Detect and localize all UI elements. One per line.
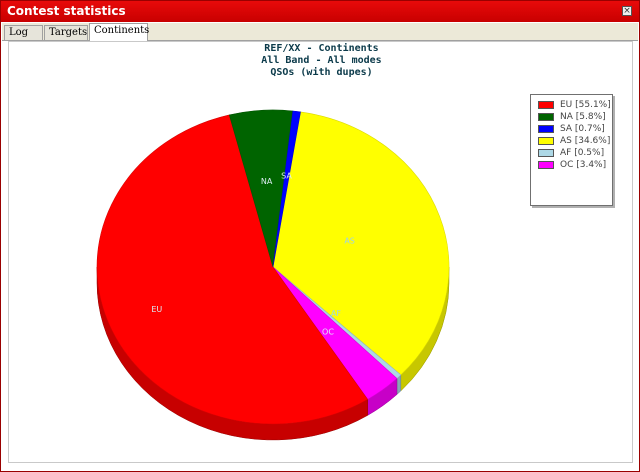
pie-label-na: NA bbox=[261, 177, 273, 186]
legend-swatch-oc bbox=[538, 161, 554, 169]
tab-continents-label: Continents bbox=[94, 25, 150, 36]
pie-label-as: AS bbox=[344, 237, 355, 246]
legend-label-af: AF [0.5%] bbox=[560, 148, 605, 158]
legend-label-sa: SA [0.7%] bbox=[560, 124, 605, 134]
tab-targets-label: Targets bbox=[49, 27, 88, 38]
pie-label-oc: OC bbox=[322, 327, 334, 336]
legend-swatch-sa bbox=[538, 125, 554, 133]
tab-bar: Log Targets Continents bbox=[2, 23, 638, 41]
chart-legend: EU [55.1%] NA [5.8%] SA [0.7%] AS [34.6%… bbox=[530, 94, 613, 206]
tab-continents[interactable]: Continents bbox=[89, 23, 150, 41]
legend-swatch-na bbox=[538, 113, 554, 121]
pie-label-sa: SA bbox=[281, 171, 292, 180]
legend-swatch-as bbox=[538, 137, 554, 145]
tab-targets[interactable]: Targets bbox=[44, 25, 88, 40]
legend-label-oc: OC [3.4%] bbox=[560, 160, 607, 170]
legend-label-na: NA [5.8%] bbox=[560, 112, 606, 122]
legend-swatch-af bbox=[538, 149, 554, 157]
legend-swatch-eu bbox=[538, 101, 554, 109]
chart-panel: REF/XX - Continents All Band - All modes… bbox=[8, 41, 633, 463]
tab-log-label: Log bbox=[9, 27, 29, 38]
window-title: Contest statistics bbox=[7, 4, 126, 18]
contest-statistics-window: Contest statistics × Log Targets Contine… bbox=[0, 0, 640, 472]
legend-label-eu: EU [55.1%] bbox=[560, 100, 611, 110]
close-icon[interactable]: × bbox=[622, 6, 632, 16]
pie-label-af: AF bbox=[331, 309, 341, 318]
tab-log[interactable]: Log bbox=[4, 25, 43, 40]
legend-label-as: AS [34.6%] bbox=[560, 136, 611, 146]
title-bar[interactable]: Contest statistics × bbox=[1, 1, 639, 22]
pie-label-eu: EU bbox=[151, 305, 162, 314]
